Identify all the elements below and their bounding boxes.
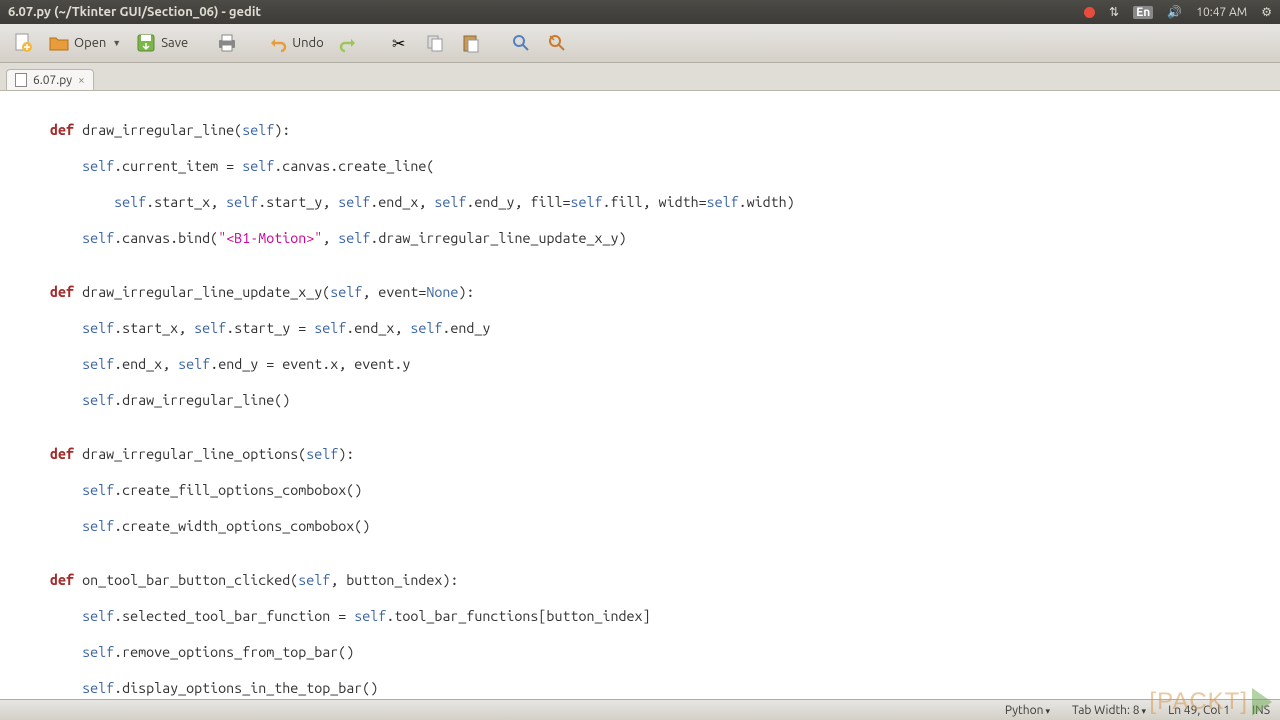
code-line: self.start_x, self.start_y, self.end_x, … [18,193,1262,211]
print-icon [216,32,238,54]
code-line: self.create_fill_options_combobox() [18,481,1262,499]
paste-button[interactable] [454,28,488,58]
chevron-down-icon: ▼ [110,38,121,48]
code-line: self.end_x, self.end_y = event.x, event.… [18,355,1262,373]
code-line: self.canvas.bind("<B1-Motion>", self.dra… [18,229,1262,247]
network-icon[interactable]: ⇅ [1109,5,1119,19]
window-titlebar: 6.07.py (~/Tkinter GUI/Section_06) - ged… [0,0,1280,24]
code-line: self.current_item = self.canvas.create_l… [18,157,1262,175]
code-line: self.create_width_options_combobox() [18,517,1262,535]
find-replace-icon [546,32,568,54]
new-file-button[interactable] [6,28,40,58]
code-line: def on_tool_bar_button_clicked(self, but… [18,571,1262,589]
new-file-icon [12,32,34,54]
code-line: self.start_x, self.start_y = self.end_x,… [18,319,1262,337]
tab-width-selector[interactable]: Tab Width: 8 [1072,704,1146,717]
cut-icon: ✂ [388,32,410,54]
insert-mode[interactable]: INS [1252,704,1270,717]
save-button[interactable]: Save [129,28,194,58]
search-button[interactable] [504,28,538,58]
status-bar: Python Tab Width: 8 Ln 49, Col 1 INS [0,699,1280,720]
paste-icon [460,32,482,54]
find-replace-button[interactable] [540,28,574,58]
code-line: self.display_options_in_the_top_bar() [18,679,1262,697]
code-line: def draw_irregular_line_update_x_y(self,… [18,283,1262,301]
undo-icon [266,32,288,54]
redo-button[interactable] [332,28,366,58]
document-icon [15,73,27,87]
print-button[interactable] [210,28,244,58]
system-tray: ⇅ En 🔊 10:47 AM ⚙ [1084,5,1272,19]
window-title: 6.07.py (~/Tkinter GUI/Section_06) - ged… [8,5,261,19]
copy-button[interactable] [418,28,452,58]
syntax-selector[interactable]: Python [1005,704,1050,717]
code-line: def draw_irregular_line(self): [18,121,1262,139]
undo-button[interactable]: Undo [260,28,330,58]
code-editor[interactable]: def draw_irregular_line(self): self.curr… [0,91,1280,699]
code-line: self.selected_tool_bar_function = self.t… [18,607,1262,625]
code-line: self.draw_irregular_line() [18,391,1262,409]
tab-bar: 6.07.py × [0,63,1280,91]
main-toolbar: Open▼ Save Undo ✂ [0,24,1280,63]
cursor-position: Ln 49, Col 1 [1168,704,1230,717]
file-tab[interactable]: 6.07.py × [6,69,94,90]
close-tab-icon[interactable]: × [78,74,85,87]
open-button[interactable]: Open▼ [42,28,127,58]
copy-icon [424,32,446,54]
volume-icon[interactable]: 🔊 [1167,5,1182,19]
search-icon [510,32,532,54]
code-line: def draw_irregular_line_options(self): [18,445,1262,463]
cut-button[interactable]: ✂ [382,28,416,58]
language-indicator[interactable]: En [1133,6,1153,19]
redo-icon [338,32,360,54]
open-folder-icon [48,32,70,54]
settings-gear-icon[interactable]: ⚙ [1261,5,1272,19]
clock[interactable]: 10:47 AM [1196,6,1247,19]
save-icon [135,32,157,54]
tab-filename: 6.07.py [33,74,72,87]
code-line: self.remove_options_from_top_bar() [18,643,1262,661]
record-indicator-icon[interactable] [1084,7,1095,18]
